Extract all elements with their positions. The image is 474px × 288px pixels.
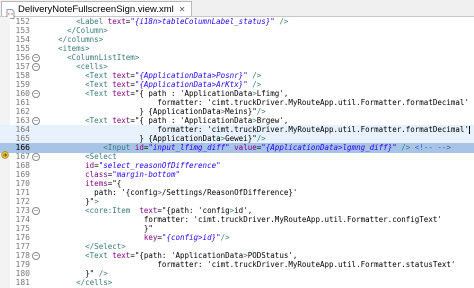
debug-arrow-icon: [1, 144, 9, 159]
code-editor[interactable]: 152 <Label text="{i18n>tableColumnLabel_…: [0, 17, 474, 288]
fold-toggle-icon[interactable]: −: [32, 63, 40, 71]
tab-label: DeliveryNoteFullscreenSign.view.xml: [18, 3, 174, 15]
editor-tab[interactable]: DeliveryNoteFullscreenSign.view.xml ✕: [1, 1, 193, 19]
code-text: </cells>: [76, 278, 113, 287]
line-number: 181: [15, 278, 30, 287]
fold-toggle-icon[interactable]: −: [32, 54, 40, 62]
fold-toggle-icon[interactable]: −: [32, 90, 40, 98]
fold-toggle-icon[interactable]: −: [32, 153, 40, 161]
close-icon[interactable]: ✕: [179, 5, 186, 14]
fold-toggle-icon[interactable]: −: [32, 252, 40, 260]
editor-tab-bar: DeliveryNoteFullscreenSign.view.xml ✕: [0, 0, 474, 19]
fold-toggle-icon[interactable]: −: [32, 207, 40, 215]
code-line[interactable]: 181 </cells>: [0, 278, 474, 288]
xml-file-icon: [6, 4, 15, 19]
fold-toggle-icon[interactable]: −: [32, 117, 40, 125]
